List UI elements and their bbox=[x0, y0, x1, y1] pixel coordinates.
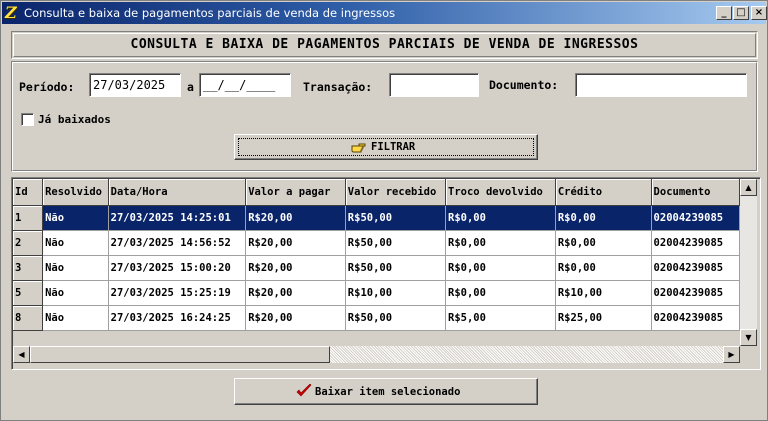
col-header-valor-recebido[interactable]: Valor recebido bbox=[345, 179, 447, 206]
cell-credito: R$0,00 bbox=[555, 230, 652, 256]
window-title: Consulta e baixa de pagamentos parciais … bbox=[24, 6, 396, 20]
cell-resolvido: Não bbox=[42, 255, 109, 281]
baixar-button-label: Baixar item selecionado bbox=[315, 386, 461, 398]
transacao-field[interactable] bbox=[389, 73, 479, 97]
cell-valor-recebido: R$50,00 bbox=[345, 205, 447, 231]
cell-resolvido: Não bbox=[42, 280, 109, 306]
main-window: Z Consulta e baixa de pagamentos parciai… bbox=[0, 0, 768, 421]
cell-id: 2 bbox=[13, 230, 44, 256]
cell-documento: 02004239085 bbox=[651, 305, 740, 331]
cell-valor-recebido: R$10,00 bbox=[345, 280, 447, 306]
table-row[interactable]: 8 Não 27/03/2025 16:24:25 R$20,00 R$50,0… bbox=[13, 305, 740, 331]
vertical-scrollbar[interactable]: ▲ ▼ bbox=[740, 179, 757, 346]
col-header-id[interactable]: Id bbox=[13, 179, 44, 206]
cell-valor-recebido: R$50,00 bbox=[345, 255, 447, 281]
cell-troco: R$0,00 bbox=[445, 280, 556, 306]
payments-table: Id Resolvido Data/Hora Valor a pagar Val… bbox=[13, 179, 740, 331]
red-checkmark-icon bbox=[296, 384, 312, 397]
cell-valor-pagar: R$20,00 bbox=[245, 205, 346, 231]
cell-valor-pagar: R$20,00 bbox=[245, 305, 346, 331]
transacao-label: Transação: bbox=[303, 80, 373, 94]
col-header-credito[interactable]: Crédito bbox=[555, 179, 652, 206]
cell-documento: 02004239085 bbox=[651, 255, 740, 281]
pointing-hand-icon bbox=[351, 143, 366, 153]
ja-baixados-checkbox[interactable] bbox=[21, 113, 34, 126]
cell-id: 8 bbox=[13, 305, 44, 331]
cell-troco: R$0,00 bbox=[445, 205, 556, 231]
cell-credito: R$10,00 bbox=[555, 280, 652, 306]
cell-valor-pagar: R$20,00 bbox=[245, 230, 346, 256]
cell-valor-recebido: R$50,00 bbox=[345, 305, 447, 331]
cell-datahora: 27/03/2025 16:24:25 bbox=[108, 305, 247, 331]
minimize-button[interactable]: _ bbox=[716, 6, 732, 20]
scroll-left-icon[interactable]: ◀ bbox=[13, 346, 30, 363]
cell-datahora: 27/03/2025 15:00:20 bbox=[108, 255, 247, 281]
table-row[interactable]: 3 Não 27/03/2025 15:00:20 R$20,00 R$50,0… bbox=[13, 255, 740, 281]
cell-datahora: 27/03/2025 15:25:19 bbox=[108, 280, 247, 306]
ja-baixados-label: Já baixados bbox=[38, 113, 111, 126]
cell-credito: R$0,00 bbox=[555, 205, 652, 231]
close-button[interactable]: × bbox=[751, 6, 767, 20]
col-header-datahora[interactable]: Data/Hora bbox=[108, 179, 247, 206]
cell-valor-pagar: R$20,00 bbox=[245, 280, 346, 306]
filtrar-button-label: FILTRAR bbox=[371, 141, 416, 153]
table-row[interactable]: 1 Não 27/03/2025 14:25:01 R$20,00 R$50,0… bbox=[13, 205, 740, 231]
grid-body: Id Resolvido Data/Hora Valor a pagar Val… bbox=[13, 179, 740, 346]
page-title: CONSULTA E BAIXA DE PAGAMENTOS PARCIAIS … bbox=[130, 37, 639, 52]
cell-troco: R$0,00 bbox=[445, 255, 556, 281]
maximize-button[interactable]: □ bbox=[733, 6, 749, 20]
payments-grid: Id Resolvido Data/Hora Valor a pagar Val… bbox=[11, 177, 761, 370]
cell-valor-pagar: R$20,00 bbox=[245, 255, 346, 281]
cell-datahora: 27/03/2025 14:56:52 bbox=[108, 230, 247, 256]
cell-resolvido: Não bbox=[42, 205, 109, 231]
filtrar-button[interactable]: FILTRAR bbox=[234, 134, 538, 160]
cell-troco: R$0,00 bbox=[445, 230, 556, 256]
documento-label: Documento: bbox=[489, 78, 559, 92]
scroll-down-icon[interactable]: ▼ bbox=[740, 329, 757, 346]
title-bar[interactable]: Z Consulta e baixa de pagamentos parciai… bbox=[2, 2, 767, 24]
col-header-resolvido[interactable]: Resolvido bbox=[42, 179, 109, 206]
cell-resolvido: Não bbox=[42, 230, 109, 256]
cell-documento: 02004239085 bbox=[651, 205, 740, 231]
scroll-up-icon[interactable]: ▲ bbox=[740, 179, 757, 196]
cell-valor-recebido: R$50,00 bbox=[345, 230, 447, 256]
cell-documento: 02004239085 bbox=[651, 230, 740, 256]
cell-troco: R$5,00 bbox=[445, 305, 556, 331]
cell-id: 3 bbox=[13, 255, 44, 281]
horizontal-scroll-thumb[interactable] bbox=[30, 346, 330, 363]
app-logo-icon: Z bbox=[5, 3, 17, 22]
cell-datahora: 27/03/2025 14:25:01 bbox=[108, 205, 247, 231]
cell-credito: R$0,00 bbox=[555, 255, 652, 281]
col-header-valor-pagar[interactable]: Valor a pagar bbox=[245, 179, 346, 206]
periodo-separator: a bbox=[187, 80, 194, 94]
documento-field[interactable] bbox=[575, 73, 747, 97]
periodo-label: Período: bbox=[19, 80, 75, 94]
cell-documento: 02004239085 bbox=[651, 280, 740, 306]
cell-id: 5 bbox=[13, 280, 44, 306]
scroll-right-icon[interactable]: ▶ bbox=[723, 346, 740, 363]
periodo-end-field[interactable]: __/__/____ bbox=[199, 73, 291, 97]
table-row[interactable]: 2 Não 27/03/2025 14:56:52 R$20,00 R$50,0… bbox=[13, 230, 740, 256]
horizontal-scrollbar[interactable]: ◀ ▶ bbox=[13, 346, 740, 363]
header-panel: CONSULTA E BAIXA DE PAGAMENTOS PARCIAIS … bbox=[11, 31, 758, 59]
col-header-documento[interactable]: Documento bbox=[651, 179, 740, 206]
cell-credito: R$25,00 bbox=[555, 305, 652, 331]
scrollbar-corner bbox=[740, 346, 757, 363]
cell-resolvido: Não bbox=[42, 305, 109, 331]
table-row[interactable]: 5 Não 27/03/2025 15:25:19 R$20,00 R$10,0… bbox=[13, 280, 740, 306]
cell-id: 1 bbox=[13, 205, 44, 231]
table-header-row: Id Resolvido Data/Hora Valor a pagar Val… bbox=[13, 179, 740, 206]
baixar-item-button[interactable]: Baixar item selecionado bbox=[234, 378, 538, 405]
col-header-troco[interactable]: Troco devolvido bbox=[445, 179, 556, 206]
periodo-start-field[interactable]: 27/03/2025 bbox=[89, 73, 181, 97]
